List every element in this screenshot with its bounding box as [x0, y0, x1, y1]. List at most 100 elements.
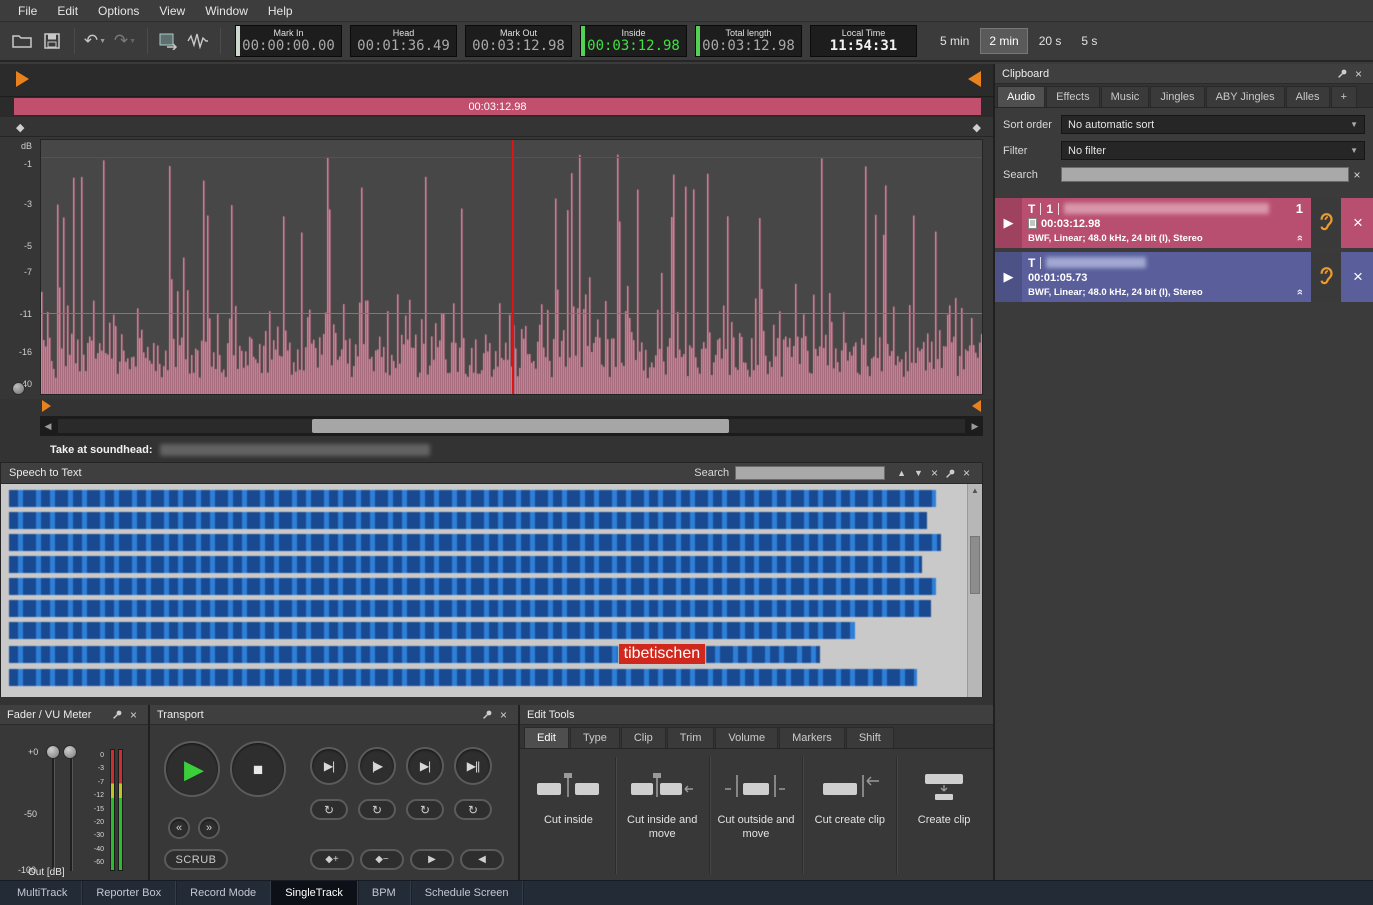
- entry-main[interactable]: T 00:01:05.73 BWF, Linear; 48.0 kHz, 24 …: [1022, 252, 1309, 302]
- collapse-chevron-icon[interactable]: »: [1294, 289, 1306, 295]
- overview-left-marker-icon[interactable]: [16, 71, 29, 87]
- mode-reporter-box[interactable]: Reporter Box: [82, 881, 176, 905]
- mode-multitrack[interactable]: MultiTrack: [3, 881, 82, 905]
- stt-scrollbar[interactable]: ▲: [967, 484, 982, 697]
- prev-marker-button[interactable]: ◀: [460, 849, 504, 870]
- mode-schedule-screen[interactable]: Schedule Screen: [411, 881, 524, 905]
- entry-remove-button[interactable]: ×: [1343, 198, 1373, 248]
- clipboard-entry-2[interactable]: ▶ T 00:01:05.73 BWF, Linear; 48.0 kHz, 2…: [995, 252, 1373, 302]
- undo-button[interactable]: ↶▼: [81, 27, 109, 55]
- entry-play-button[interactable]: ▶: [995, 252, 1022, 302]
- fader-pin-icon[interactable]: [112, 709, 123, 720]
- sort-order-select[interactable]: No automatic sort▼: [1061, 115, 1365, 134]
- stt-search-next-icon[interactable]: ▼: [910, 468, 927, 478]
- tab-type[interactable]: Type: [570, 727, 620, 748]
- cut-inside-tool[interactable]: Cut inside: [522, 757, 616, 874]
- tab-shift[interactable]: Shift: [846, 727, 894, 748]
- fader-track-left[interactable]: [52, 753, 55, 871]
- stt-search-input[interactable]: [735, 466, 885, 480]
- mark-in-flag-icon[interactable]: [42, 400, 51, 412]
- tab-add[interactable]: +: [1331, 86, 1357, 107]
- play-from-mark-button[interactable]: |▶: [358, 747, 396, 785]
- left-diamond-marker-icon[interactable]: ◆: [16, 121, 24, 134]
- collapse-chevron-icon[interactable]: »: [1294, 235, 1306, 241]
- tab-jingles[interactable]: Jingles: [1150, 86, 1204, 107]
- menu-help[interactable]: Help: [258, 1, 303, 21]
- play-pause-button[interactable]: ▶||: [454, 747, 492, 785]
- tab-volume[interactable]: Volume: [715, 727, 778, 748]
- fader-track-right[interactable]: [70, 753, 73, 871]
- export-take-button[interactable]: [154, 27, 182, 55]
- mode-bpm[interactable]: BPM: [358, 881, 411, 905]
- cut-outside-move-tool[interactable]: Cut outside and move: [710, 757, 804, 874]
- menu-view[interactable]: View: [149, 1, 195, 21]
- menu-options[interactable]: Options: [88, 1, 149, 21]
- zoom-5s-button[interactable]: 5 s: [1072, 28, 1106, 54]
- tab-alles[interactable]: Alles: [1286, 86, 1330, 107]
- scroll-track[interactable]: [58, 419, 965, 433]
- tab-aby-jingles[interactable]: ABY Jingles: [1206, 86, 1285, 107]
- scroll-thumb[interactable]: [312, 419, 729, 433]
- next-marker-button[interactable]: ▶: [410, 849, 454, 870]
- stt-search-prev-icon[interactable]: ▲: [893, 468, 910, 478]
- selected-range-bar[interactable]: 00:03:12.98: [14, 98, 981, 115]
- cut-create-clip-tool[interactable]: Cut create clip: [803, 757, 897, 874]
- loop-4-button[interactable]: ↻: [454, 799, 492, 820]
- clipboard-close-icon[interactable]: ×: [1351, 67, 1366, 81]
- zoom-2min-button[interactable]: 2 min: [980, 28, 1027, 54]
- play-to-cursor-button[interactable]: ▶|: [406, 747, 444, 785]
- mark-out-flag-icon[interactable]: [972, 400, 981, 412]
- stt-close-icon[interactable]: ×: [959, 466, 974, 480]
- search-hit-word[interactable]: tibetischen: [619, 644, 706, 664]
- zoom-5min-button[interactable]: 5 min: [931, 28, 978, 54]
- scroll-left-icon[interactable]: ◀: [40, 421, 56, 432]
- cut-inside-move-tool[interactable]: Cut inside and move: [616, 757, 710, 874]
- menu-window[interactable]: Window: [195, 1, 258, 21]
- loop-2-button[interactable]: ↻: [358, 799, 396, 820]
- fader-knob-left[interactable]: [46, 745, 60, 759]
- level-knob[interactable]: [12, 382, 25, 395]
- play-button[interactable]: ▶: [164, 741, 220, 797]
- menu-file[interactable]: File: [8, 1, 47, 21]
- prelisten-button[interactable]: [1311, 198, 1341, 248]
- right-diamond-marker-icon[interactable]: ◆: [973, 121, 981, 134]
- skip-to-end-button[interactable]: »: [198, 817, 220, 839]
- tab-trim[interactable]: Trim: [667, 727, 715, 748]
- tab-music[interactable]: Music: [1101, 86, 1150, 107]
- save-button[interactable]: [38, 27, 66, 55]
- search-clear-icon[interactable]: ×: [1349, 168, 1365, 182]
- playhead-cursor[interactable]: [512, 140, 514, 394]
- stt-scroll-thumb[interactable]: [970, 536, 980, 594]
- open-folder-button[interactable]: [8, 27, 36, 55]
- create-clip-tool[interactable]: Create clip: [897, 757, 991, 874]
- add-marker-button[interactable]: ◆+: [310, 849, 354, 870]
- waveform-plot[interactable]: [40, 139, 983, 395]
- zoom-20s-button[interactable]: 20 s: [1030, 28, 1071, 54]
- stt-scroll-up-icon[interactable]: ▲: [968, 484, 982, 498]
- stop-button[interactable]: ■: [230, 741, 286, 797]
- scroll-right-icon[interactable]: ▶: [967, 421, 983, 432]
- redo-button[interactable]: ↷▼: [111, 27, 139, 55]
- tab-audio[interactable]: Audio: [997, 86, 1045, 107]
- scrub-button[interactable]: SCRUB: [164, 849, 228, 870]
- tab-effects[interactable]: Effects: [1046, 86, 1099, 107]
- entry-main[interactable]: T 1 1 00:03:12.98 BWF, Linear; 4: [1022, 198, 1309, 248]
- transport-pin-icon[interactable]: [482, 709, 493, 720]
- remove-marker-button[interactable]: ◆−: [360, 849, 404, 870]
- edit-signal-button[interactable]: [184, 27, 212, 55]
- transport-close-icon[interactable]: ×: [496, 708, 511, 722]
- loop-3-button[interactable]: ↻: [406, 799, 444, 820]
- tab-clip[interactable]: Clip: [621, 727, 666, 748]
- skip-to-start-button[interactable]: «: [168, 817, 190, 839]
- stt-search-clear-icon[interactable]: ×: [927, 466, 942, 480]
- fader-close-icon[interactable]: ×: [126, 708, 141, 722]
- overview-strip[interactable]: [0, 64, 993, 97]
- overview-right-marker-icon[interactable]: [968, 71, 981, 87]
- tab-markers[interactable]: Markers: [779, 727, 845, 748]
- prelisten-button[interactable]: [1311, 252, 1341, 302]
- redo-caret-icon[interactable]: ▼: [129, 38, 136, 45]
- entry-play-button[interactable]: ▶: [995, 198, 1022, 248]
- speech-to-text-body[interactable]: tibetischen ▲: [1, 484, 982, 697]
- filter-select[interactable]: No filter▼: [1061, 141, 1365, 160]
- menu-edit[interactable]: Edit: [47, 1, 88, 21]
